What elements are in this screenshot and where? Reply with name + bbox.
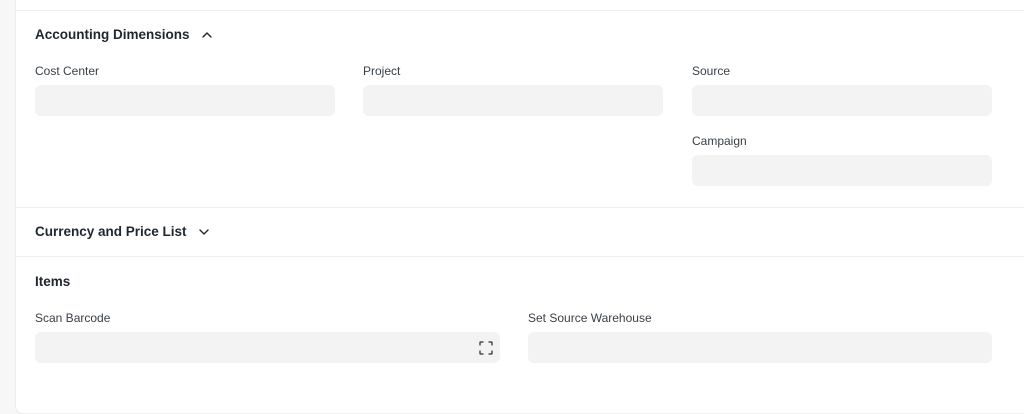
campaign-field[interactable]	[692, 155, 992, 186]
chevron-down-icon	[197, 225, 211, 239]
accounting-dimensions-header[interactable]: Accounting Dimensions	[35, 27, 214, 42]
form-card: Accounting Dimensions Cost Center Projec…	[15, 0, 1024, 414]
currency-divider	[16, 256, 1024, 257]
accounting-divider	[16, 207, 1024, 208]
project-label: Project	[363, 64, 401, 78]
items-title: Items	[35, 274, 71, 289]
set-source-warehouse-label: Set Source Warehouse	[528, 311, 652, 325]
scan-icon[interactable]	[479, 341, 493, 355]
currency-price-list-header[interactable]: Currency and Price List	[35, 224, 211, 239]
currency-price-list-title: Currency and Price List	[35, 224, 187, 239]
campaign-label: Campaign	[692, 134, 747, 148]
source-label: Source	[692, 64, 731, 78]
scan-barcode-label: Scan Barcode	[35, 311, 111, 325]
chevron-up-icon	[200, 28, 214, 42]
accounting-dimensions-title: Accounting Dimensions	[35, 27, 190, 42]
top-divider	[16, 10, 1024, 11]
set-source-warehouse-field[interactable]	[528, 332, 992, 363]
project-field[interactable]	[363, 85, 663, 116]
scan-barcode-field[interactable]	[35, 332, 500, 363]
cost-center-label: Cost Center	[35, 64, 100, 78]
cost-center-field[interactable]	[35, 85, 335, 116]
source-field[interactable]	[692, 85, 992, 116]
